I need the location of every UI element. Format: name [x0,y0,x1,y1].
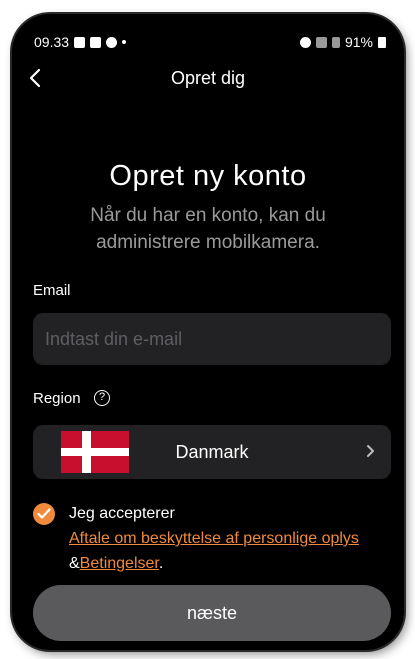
terms-link[interactable]: Betingelser [80,555,159,572]
gallery-icon [74,36,86,48]
notification-dot-icon [122,40,127,44]
battery-percent: 91% [344,34,373,50]
nav-title: Opret dig [170,68,246,88]
terms-line: &Betingelser. [69,555,163,573]
status-bar: 09.33 91% [34,32,386,52]
chevron-right-icon [365,440,377,467]
period-text: . [158,555,164,572]
wifi-icon [315,36,327,48]
email-label: Email [33,282,71,299]
battery-icon [378,36,386,48]
status-right: 91% [299,34,386,50]
signal-icon [331,36,340,48]
bag-icon [90,36,102,48]
cloud-icon [106,36,118,48]
email-field[interactable] [33,313,391,365]
status-time: 09.33 [34,34,70,50]
page-subtitle: Når du har en konto, kan du administrere… [90,205,326,253]
next-button[interactable]: næste [33,585,391,641]
region-label: Region [33,390,81,407]
checkmark-icon [37,508,51,519]
ampersand-text: & [69,555,80,572]
accept-text: Jeg accepterer [69,505,175,522]
question-circle-icon[interactable]: ? [94,390,110,406]
status-left: 09.33 [34,34,127,50]
region-value: Danmark [175,442,249,462]
privacy-agreement-link[interactable]: Aftale om beskyttelse af personlige oply… [69,530,392,548]
alarm-icon [299,36,311,48]
phone-screen: 09.33 91% Opret dig Opret ny konto Når d… [12,14,404,650]
page-heading: Opret ny konto [109,160,307,192]
accept-checkbox[interactable] [33,503,55,525]
region-selector[interactable]: Danmark [33,425,391,479]
